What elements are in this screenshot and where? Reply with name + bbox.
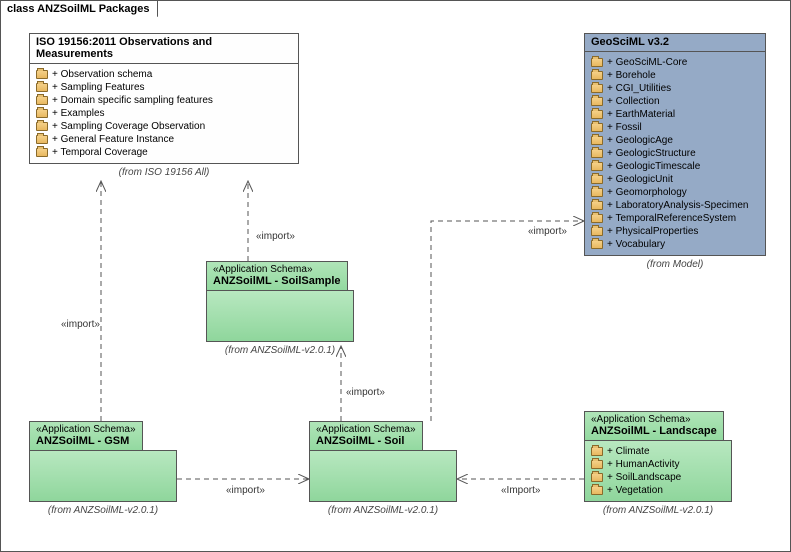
package-iso-note: (from ISO 19156 All): [29, 167, 299, 178]
folder-icon: [591, 162, 603, 171]
import-label: «Import»: [501, 485, 540, 496]
frame-title-text: class ANZSoilML Packages: [7, 3, 149, 15]
folder-icon: [591, 58, 603, 67]
diagram-frame: class ANZSoilML Packages ISO 19156:2011 …: [0, 0, 791, 552]
folder-icon: [36, 83, 48, 92]
folder-icon: [36, 122, 48, 131]
package-soil-note: (from ANZSoilML-v2.0.1): [309, 505, 457, 516]
package-soilsample-stereo: «Application Schema»: [213, 264, 341, 275]
package-soilsample: «Application Schema» ANZSoilML - SoilSam…: [206, 261, 354, 356]
folder-icon: [591, 84, 603, 93]
folder-icon: [591, 97, 603, 106]
folder-icon: [591, 188, 603, 197]
import-label: «import»: [528, 226, 567, 237]
folder-icon: [591, 175, 603, 184]
package-landscape: «Application Schema» ANZSoilML - Landsca…: [584, 411, 732, 516]
folder-icon: [591, 149, 603, 158]
frame-title: class ANZSoilML Packages: [0, 0, 158, 17]
folder-icon: [591, 447, 603, 456]
package-soilsample-note: (from ANZSoilML-v2.0.1): [206, 345, 354, 356]
package-soil: «Application Schema» ANZSoilML - Soil (f…: [309, 421, 457, 516]
folder-icon: [36, 70, 48, 79]
import-label: «import»: [226, 485, 265, 496]
folder-icon: [36, 109, 48, 118]
folder-icon: [591, 473, 603, 482]
package-landscape-items: + Climate + HumanActivity + SoilLandscap…: [591, 445, 725, 497]
package-geosciml: GeoSciML v3.2 + GeoSciML-Core + Borehole…: [584, 33, 766, 270]
folder-icon: [591, 123, 603, 132]
folder-icon: [591, 71, 603, 80]
folder-icon: [36, 96, 48, 105]
folder-icon: [36, 148, 48, 157]
package-geosciml-items: + GeoSciML-Core + Borehole + CGI_Utiliti…: [591, 56, 759, 251]
package-geosciml-note: (from Model): [584, 259, 766, 270]
folder-icon: [591, 136, 603, 145]
folder-icon: [591, 214, 603, 223]
package-soil-stereo: «Application Schema»: [316, 424, 416, 435]
folder-icon: [591, 201, 603, 210]
package-gsm-title: ANZSoilML - GSM: [36, 435, 136, 447]
folder-icon: [36, 135, 48, 144]
package-iso-items: + Observation schema + Sampling Features…: [36, 68, 292, 159]
package-soil-title: ANZSoilML - Soil: [316, 435, 416, 447]
package-geosciml-title: GeoSciML v3.2: [591, 36, 759, 48]
folder-icon: [591, 110, 603, 119]
package-landscape-title: ANZSoilML - Landscape: [591, 425, 717, 437]
package-iso: ISO 19156:2011 Observations and Measurem…: [29, 33, 299, 178]
package-iso-title: ISO 19156:2011 Observations and Measurem…: [36, 36, 292, 60]
package-soilsample-title: ANZSoilML - SoilSample: [213, 275, 341, 287]
folder-icon: [591, 486, 603, 495]
package-gsm-note: (from ANZSoilML-v2.0.1): [29, 505, 177, 516]
package-landscape-stereo: «Application Schema»: [591, 414, 717, 425]
import-label: «import»: [61, 319, 100, 330]
package-landscape-note: (from ANZSoilML-v2.0.1): [584, 505, 732, 516]
folder-icon: [591, 227, 603, 236]
package-gsm-stereo: «Application Schema»: [36, 424, 136, 435]
import-label: «import»: [256, 231, 295, 242]
folder-icon: [591, 240, 603, 249]
folder-icon: [591, 460, 603, 469]
import-label: «import»: [346, 387, 385, 398]
package-gsm: «Application Schema» ANZSoilML - GSM (fr…: [29, 421, 177, 516]
